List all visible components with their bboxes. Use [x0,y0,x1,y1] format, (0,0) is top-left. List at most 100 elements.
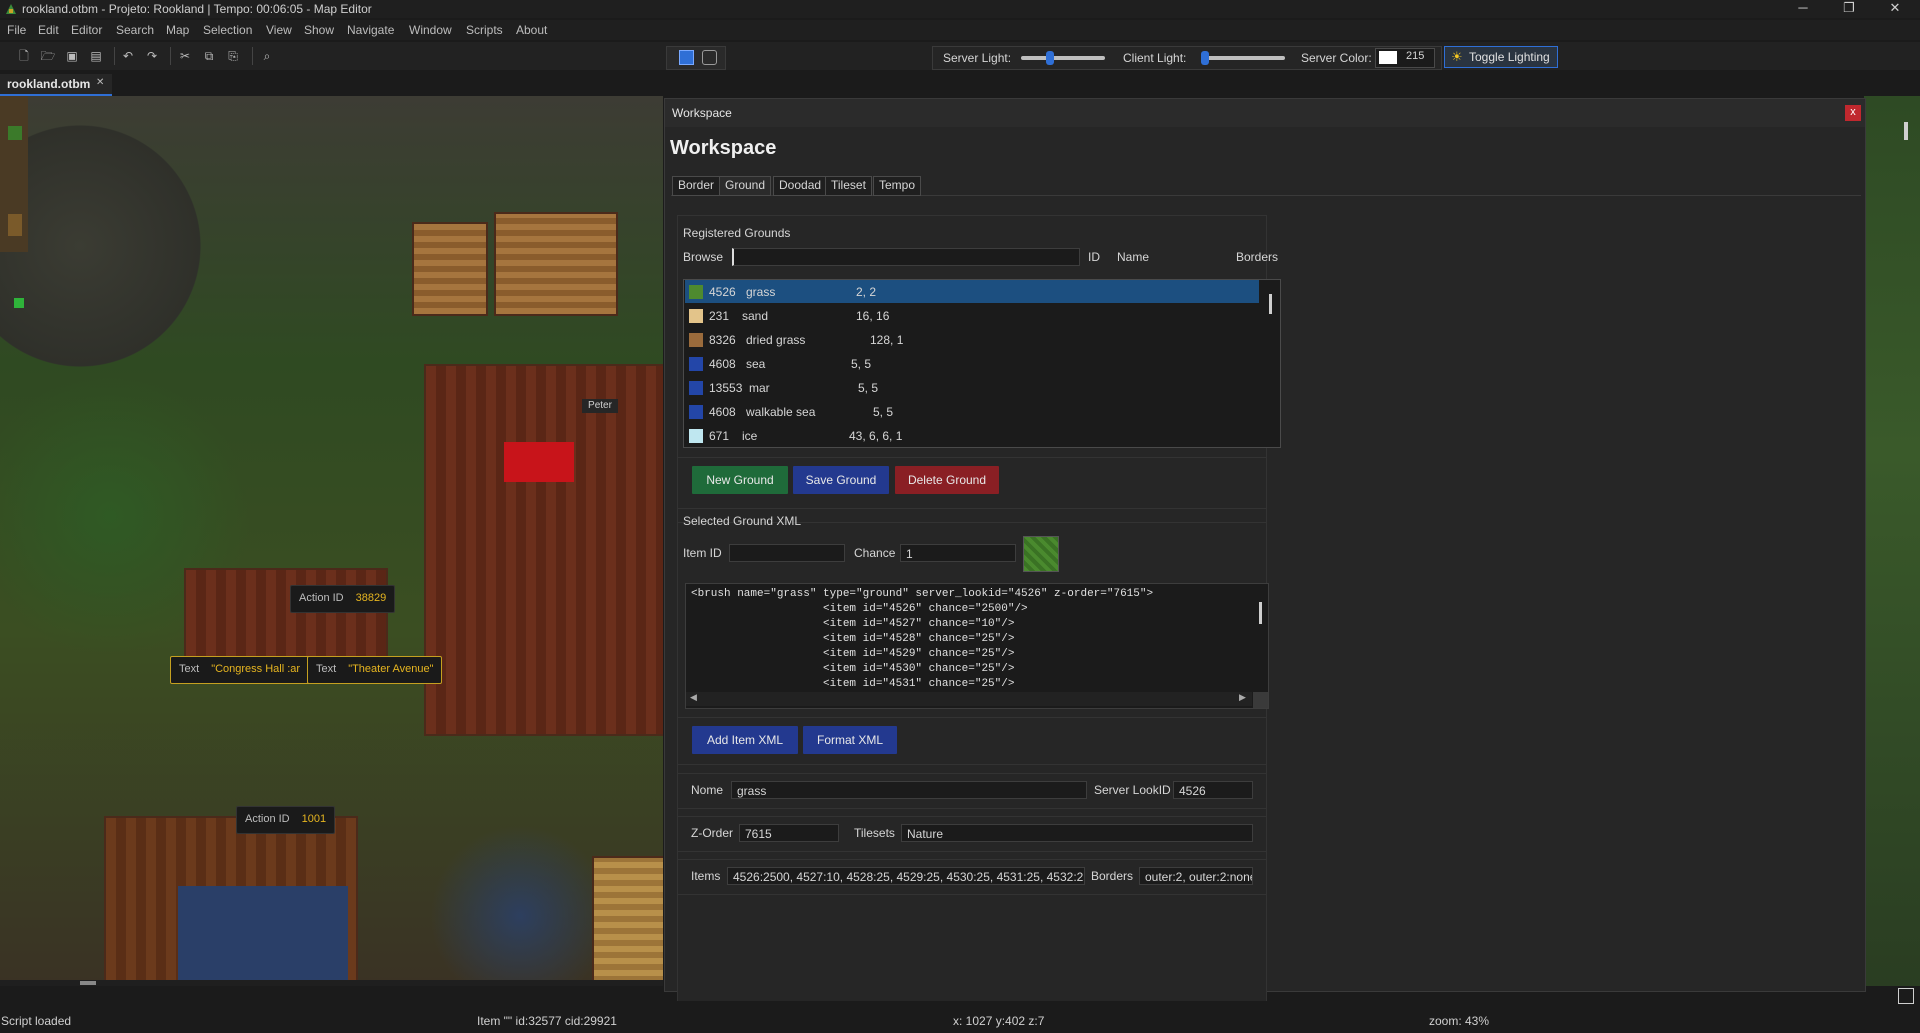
menu-window[interactable]: Window [409,23,452,37]
title-bar: rookland.otbm - Projeto: Rookland | Temp… [0,0,1920,18]
ground-row[interactable]: 13553 mar 5, 5 [685,376,1259,399]
ground-color-swatch [689,333,703,347]
ground-color-swatch [689,309,703,323]
ground-name: ice [742,429,758,443]
items-input[interactable]: 4526:2500, 4527:10, 4528:25, 4529:25, 45… [727,867,1085,885]
new-file-icon[interactable]: 🗋 [14,46,34,66]
menu-selection[interactable]: Selection [203,23,252,37]
xml-line: <item id="4529" chance="25"/> [691,648,1015,660]
add-item-xml-button[interactable]: Add Item XML [692,726,798,754]
xml-horizontal-scrollbar[interactable]: ◀ ▶ [686,692,1252,706]
nome-input[interactable]: grass [731,781,1087,799]
server-light-slider-handle[interactable] [1046,51,1055,65]
new-ground-button[interactable]: New Ground [692,466,788,494]
redo-icon[interactable]: ↷ [142,46,162,66]
water-pool [178,886,348,986]
delete-ground-button[interactable]: Delete Ground [895,466,999,494]
menu-file[interactable]: File [7,23,26,37]
xml-line: <item id="4531" chance="25"/> [691,678,1015,690]
close-workspace-button[interactable]: x [1845,105,1861,121]
document-tab[interactable]: rookland.otbm ✕ [0,74,112,96]
save-all-icon[interactable]: ▤ [86,46,106,66]
tab-ground[interactable]: Ground [719,176,772,196]
xml-line: <item id="4527" chance="10"/> [691,618,1015,630]
tooltip-label: Action ID [245,813,290,825]
grounds-list[interactable]: 4526 grass 2, 2 231 sand 16, 16 8326 dried gras… [683,279,1281,448]
save-ground-button[interactable]: Save Ground [793,466,889,494]
xml-line: <brush name="grass" type="ground" server… [691,588,1154,600]
menu-edit[interactable]: Edit [38,23,59,37]
item-id-label: Item ID [683,546,722,560]
open-folder-icon[interactable]: 🗁 [38,46,58,66]
minimap-toggle-icon[interactable] [1898,988,1914,1004]
tab-tileset[interactable]: Tileset [825,176,872,196]
grass-tile-preview[interactable] [1023,536,1059,572]
close-window-button[interactable]: ✕ [1872,0,1918,18]
tilesets-input[interactable]: Nature [901,824,1253,842]
client-light-slider[interactable] [1201,51,1285,65]
server-light-slider[interactable] [1021,51,1105,65]
column-id: ID [1088,250,1100,264]
wooden-house [494,212,618,316]
vertical-scrollbar-thumb[interactable] [1904,122,1908,140]
ground-row[interactable]: 8326 dried grass 128, 1 [685,328,1259,351]
scrollbar-thumb[interactable] [80,981,96,985]
tab-tempo[interactable]: Tempo [873,176,922,196]
menu-scripts[interactable]: Scripts [466,23,503,37]
copy-icon[interactable]: ⧉ [199,46,219,66]
selected-ground-xml-title: Selected Ground XML [683,514,802,528]
scroll-right-icon[interactable]: ▶ [1239,692,1246,703]
chance-input[interactable]: 1 [900,544,1016,562]
tab-border[interactable]: Border [672,176,721,196]
text-tooltip: Text "Congress Hall :ar [170,656,312,684]
list-scrollbar-thumb[interactable] [1269,294,1272,314]
xml-vertical-scrollbar-thumb[interactable] [1259,602,1262,624]
save-icon[interactable]: ▣ [62,46,82,66]
tooltip-value: 1001 [301,813,327,825]
menu-search[interactable]: Search [116,23,154,37]
red-carpet [504,442,574,482]
close-tab-icon[interactable]: ✕ [96,77,104,88]
ground-row[interactable]: 671 ice 43, 6, 6, 1 [685,424,1259,447]
browse-input[interactable] [732,248,1080,266]
ground-name: dried grass [746,333,806,347]
tooltip-value: 38829 [355,592,387,604]
brick-building [184,568,388,662]
zorder-input[interactable]: 7615 [739,824,839,842]
borders-input[interactable]: outer:2, outer:2:none [1139,867,1253,885]
client-light-slider-handle[interactable] [1201,51,1210,65]
cut-icon[interactable]: ✂ [175,46,195,66]
server-color-picker[interactable]: 215 [1375,48,1435,68]
ground-row[interactable]: 4526 grass 2, 2 [685,280,1259,303]
scroll-left-icon[interactable]: ◀ [690,692,697,703]
ground-row[interactable]: 4608 sea 5, 5 [685,352,1259,375]
menu-editor[interactable]: Editor [71,23,102,37]
menu-about[interactable]: About [516,23,547,37]
ground-row[interactable]: 231 sand 16, 16 [685,304,1259,327]
wooden-house [592,856,663,986]
tooltip-label: Text [316,663,337,675]
map-canvas[interactable]: Peter Action ID 38829 Text "Congress Hall … [0,96,663,986]
menu-view[interactable]: View [266,23,292,37]
camera-view-icon[interactable] [702,50,717,65]
xml-editor[interactable]: <brush name="grass" type="ground" server… [685,583,1269,709]
map-tile [8,126,22,140]
single-floor-view-icon[interactable] [679,50,694,65]
maximize-button[interactable]: ❐ [1826,0,1872,18]
toggle-lighting-button[interactable]: ☀ Toggle Lighting [1444,46,1558,68]
minimize-button[interactable]: ─ [1780,0,1826,18]
ground-row[interactable]: 4608 walkable sea 5, 5 [685,400,1259,423]
ground-borders: 128, 1 [870,333,904,347]
map-canvas-right[interactable] [1864,96,1920,986]
search-icon[interactable]: ⌕ [257,46,277,66]
menu-show[interactable]: Show [304,23,334,37]
menu-map[interactable]: Map [166,23,189,37]
server-lookid-input[interactable]: 4526 [1173,781,1253,799]
paste-icon[interactable]: ⎘ [223,46,243,66]
undo-icon[interactable]: ↶ [118,46,138,66]
menu-navigate[interactable]: Navigate [347,23,394,37]
format-xml-button[interactable]: Format XML [803,726,897,754]
item-id-input[interactable] [729,544,845,562]
tab-doodad[interactable]: Doodad [773,176,828,196]
map-horizontal-scrollbar[interactable] [0,980,663,986]
